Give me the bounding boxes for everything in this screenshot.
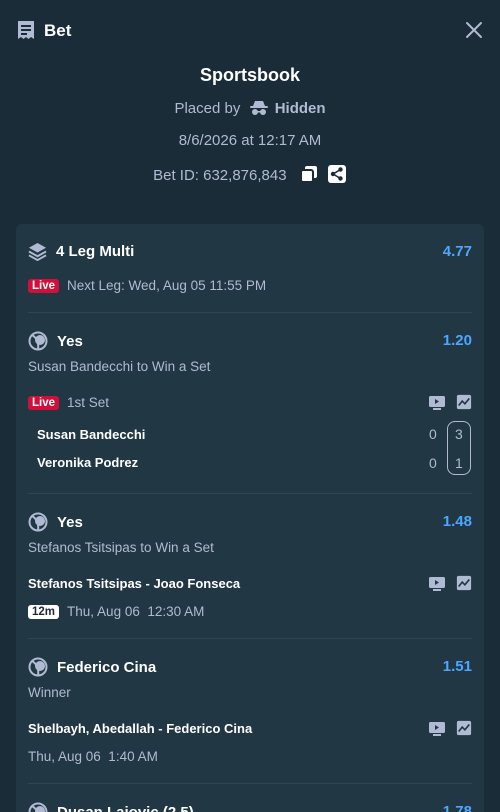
sportsbook-label: Sportsbook	[199, 65, 300, 85]
divider	[28, 493, 472, 494]
tennis-ball-icon	[28, 802, 48, 812]
bet-id: Bet ID: 632,876,843	[153, 167, 287, 184]
multi-title: 4 Leg Multi	[56, 243, 135, 260]
tv-icon[interactable]	[428, 721, 446, 737]
leg-4-selection: Dusan Lajovic (2.5)	[57, 803, 194, 812]
placed-by-label: Placed by	[174, 100, 241, 117]
player-1-games: 3	[455, 426, 463, 442]
divider	[28, 638, 472, 639]
player-2-games: 1	[455, 455, 463, 471]
multi-header: 4 Leg Multi	[28, 242, 472, 261]
leg-4-odds: 1.78	[442, 803, 472, 812]
tennis-ball-icon	[28, 657, 48, 677]
close-icon[interactable]	[464, 20, 484, 40]
stats-icon[interactable]	[455, 575, 473, 591]
countdown-badge: 12m	[28, 605, 60, 619]
next-leg-text: Next Leg: Wed, Aug 05 11:55 PM	[67, 278, 267, 293]
tennis-ball-icon	[28, 512, 48, 532]
leg-2-title-row: Yes	[28, 512, 472, 532]
leg-3-title-row: Federico Cina	[28, 657, 472, 677]
leg-4-title-row: Dusan Lajovic (2.5)	[28, 802, 472, 812]
divider	[28, 783, 472, 784]
leg-3-start: Thu, Aug 06 1:40 AM	[28, 749, 158, 764]
leg-3-odds: 1.51	[442, 658, 472, 675]
leg-1-selection: Yes	[57, 332, 83, 350]
leg-2-match[interactable]: Stefanos Tsitsipas - Joao Fonseca	[28, 576, 472, 591]
stats-icon[interactable]	[455, 720, 473, 736]
leg-1-title-row: Yes	[28, 331, 472, 351]
player-1-sets: 0	[429, 426, 437, 442]
player-1-name: Susan Bandecchi	[37, 427, 146, 442]
tv-icon[interactable]	[428, 395, 446, 411]
leg-2-header: Yes	[28, 512, 472, 532]
placed-by: Placed by Hidden	[0, 100, 500, 117]
leg-3-selection: Federico Cina	[57, 658, 157, 676]
layers-icon	[28, 242, 47, 261]
leg-2-start: 12m Thu, Aug 06 12:30 AM	[28, 604, 472, 619]
multi-title-row: 4 Leg Multi	[28, 242, 472, 261]
copy-icon[interactable]	[299, 164, 319, 184]
bet-date: 8/6/2026 at 12:17 AM	[178, 132, 322, 149]
leg-2-selection: Yes	[57, 513, 83, 531]
share-icon[interactable]	[327, 164, 347, 184]
live-badge: Live	[28, 279, 60, 293]
leg-2-market: Stefanos Tsitsipas to Win a Set	[28, 540, 214, 555]
leg-1-odds: 1.20	[442, 332, 472, 349]
leg-2-start-time: Thu, Aug 06 12:30 AM	[67, 604, 205, 619]
live-badge: Live	[28, 396, 60, 410]
bet-id-row: Bet ID: 632,876,843	[0, 164, 500, 184]
tv-icon[interactable]	[428, 576, 446, 592]
modal-header: Bet	[0, 0, 500, 60]
leg-2-odds: 1.48	[442, 513, 472, 530]
modal-title: Bet	[44, 21, 72, 40]
leg-3-header: Federico Cina	[28, 657, 472, 677]
multi-odds: 4.77	[442, 243, 472, 260]
next-leg-row: Live Next Leg: Wed, Aug 05 11:55 PM	[28, 278, 472, 293]
receipt-icon	[18, 21, 34, 39]
leg-1-header: Yes	[28, 331, 472, 351]
stats-icon[interactable]	[455, 394, 473, 410]
divider	[28, 312, 472, 313]
placed-by-user: Hidden	[274, 100, 326, 117]
tennis-ball-icon	[28, 331, 48, 351]
bet-card: 4 Leg Multi 4.77 Live Next Leg: Wed, Aug …	[16, 224, 484, 812]
leg-3-market: Winner	[28, 685, 71, 700]
leg-1-market: Susan Bandecchi to Win a Set	[28, 359, 211, 374]
player-2-name: Veronika Podrez	[37, 455, 139, 470]
incognito-icon	[249, 101, 268, 115]
leg-3-match[interactable]: Shelbayh, Abedallah - Federico Cina	[28, 721, 472, 736]
leg-4-header: Dusan Lajovic (2.5)	[28, 802, 472, 812]
leg-1-status: Live 1st Set	[28, 395, 472, 410]
player-2-sets: 0	[429, 455, 437, 471]
leg-1-status-text: 1st Set	[67, 395, 110, 410]
